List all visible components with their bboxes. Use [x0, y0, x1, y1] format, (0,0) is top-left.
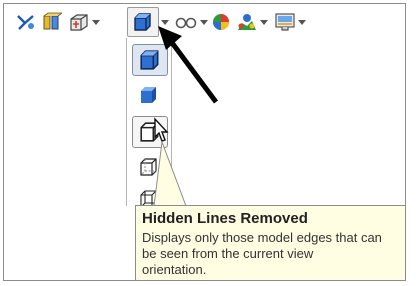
- standard-views-icon[interactable]: [68, 12, 90, 32]
- tooltip-title: Hidden Lines Removed: [142, 210, 308, 227]
- chevron-down-icon[interactable]: [260, 18, 268, 26]
- section-view-icon[interactable]: [42, 12, 62, 32]
- chevron-down-icon[interactable]: [298, 18, 306, 26]
- tooltip: Hidden Lines Removed Displays only those…: [135, 205, 405, 280]
- tooltip-line: Displays only those model edges that can: [142, 230, 382, 245]
- graphics-window: Hidden Lines Removed Displays only those…: [3, 3, 406, 281]
- view-orientation-icon[interactable]: [16, 12, 36, 32]
- tooltip-line: be seen from the current view: [142, 246, 314, 261]
- annotation-arrow: [158, 26, 219, 104]
- tooltip-line: orientation.: [142, 262, 207, 277]
- shaded-with-edges-icon: [134, 13, 151, 31]
- view-settings-icon[interactable]: [274, 12, 296, 32]
- chevron-down-icon[interactable]: [92, 18, 100, 26]
- mouse-cursor-icon: [154, 117, 169, 142]
- apply-scene-icon[interactable]: [236, 12, 258, 32]
- tooltip-description: Displays only those model edges that can…: [142, 230, 405, 278]
